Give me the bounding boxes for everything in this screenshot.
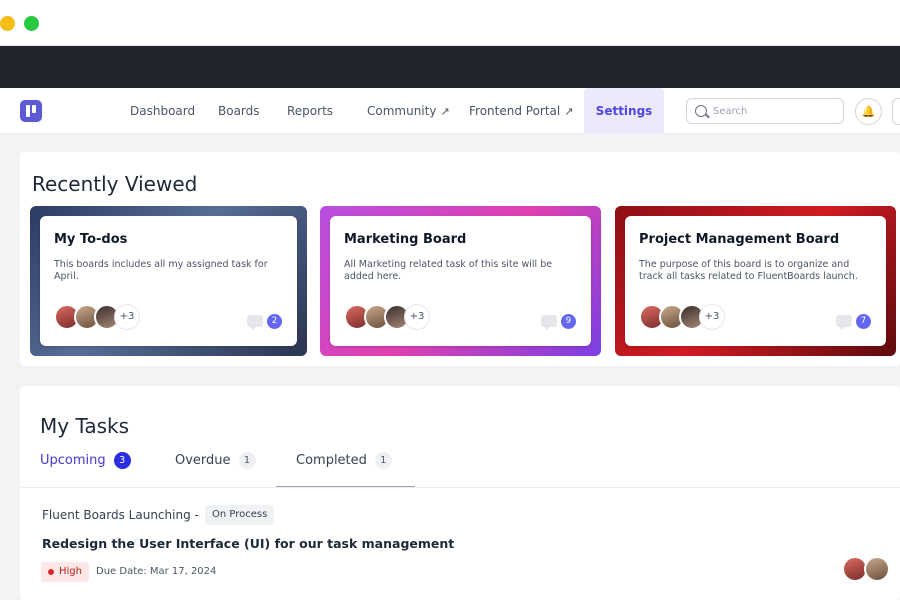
admin-toolbar bbox=[0, 46, 900, 88]
board-card-body: Marketing Board All Marketing related ta… bbox=[330, 216, 591, 346]
comments-indicator: 7 bbox=[836, 314, 872, 330]
task-assignees bbox=[842, 556, 894, 584]
search-icon bbox=[695, 105, 707, 117]
tab-upcoming-label: Upcoming bbox=[40, 453, 106, 468]
tab-completed-label: Completed bbox=[296, 453, 367, 468]
tab-count-badge: 3 bbox=[113, 452, 131, 469]
nav-reports-label: Reports bbox=[287, 104, 334, 118]
board-card-project-management[interactable]: Project Management Board The purpose of … bbox=[615, 206, 896, 356]
comments-indicator: 2 bbox=[247, 314, 283, 330]
task-due-date: Due Date: Mar 17, 2024 bbox=[96, 566, 217, 577]
external-link-icon: ↗ bbox=[440, 105, 450, 118]
nav-settings-label: Settings bbox=[595, 104, 653, 118]
board-card-body: Project Management Board The purpose of … bbox=[625, 216, 886, 346]
task-board-name[interactable]: Fluent Boards Launching - bbox=[42, 508, 199, 522]
nav-community[interactable]: Community ↗ bbox=[367, 88, 450, 134]
task-board-separator: - bbox=[194, 508, 199, 522]
board-title: My To-dos bbox=[54, 232, 128, 247]
tab-hover-underline bbox=[276, 486, 415, 487]
board-description: All Marketing related task of this site … bbox=[344, 259, 553, 282]
my-tasks-title: My Tasks bbox=[40, 414, 130, 438]
more-members-badge: +3 bbox=[699, 304, 725, 330]
board-card-my-todos[interactable]: My To-dos This boards includes all my as… bbox=[30, 206, 307, 356]
priority-badge: High bbox=[41, 562, 89, 582]
comments-indicator: 9 bbox=[541, 314, 577, 330]
tab-count-badge: 1 bbox=[374, 452, 392, 469]
nav-frontend-portal-label: Frontend Portal bbox=[469, 104, 561, 118]
window-maximize-button[interactable] bbox=[24, 16, 39, 31]
window-titlebar bbox=[0, 0, 900, 46]
tab-upcoming[interactable]: Upcoming 3 bbox=[40, 452, 131, 488]
recently-viewed-title: Recently Viewed bbox=[32, 172, 198, 196]
nav-boards-label: Boards bbox=[218, 104, 260, 118]
more-members-badge: +3 bbox=[114, 304, 140, 330]
nav-dashboard[interactable]: Dashboard bbox=[130, 88, 195, 134]
top-navigation: Dashboard Boards Reports Community ↗ Fron… bbox=[0, 88, 900, 134]
board-title: Project Management Board bbox=[639, 232, 840, 247]
nav-settings[interactable]: Settings bbox=[584, 88, 664, 134]
task-title[interactable]: Redesign the User Interface (UI) for our… bbox=[42, 536, 454, 551]
tab-count-badge: 1 bbox=[238, 452, 256, 469]
board-card-marketing[interactable]: Marketing Board All Marketing related ta… bbox=[320, 206, 601, 356]
tab-overdue-label: Overdue bbox=[175, 453, 231, 468]
comment-count: 7 bbox=[856, 314, 871, 329]
task-status-badge: On Process bbox=[205, 505, 275, 525]
board-description: This boards includes all my assigned tas… bbox=[54, 259, 268, 282]
comment-icon bbox=[836, 315, 852, 330]
board-description: The purpose of this board is to organize… bbox=[639, 259, 858, 282]
task-board-label: Fluent Boards Launching bbox=[42, 508, 191, 522]
user-menu-button[interactable] bbox=[892, 98, 900, 125]
avatar bbox=[864, 556, 890, 582]
nav-frontend-portal[interactable]: Frontend Portal ↗ bbox=[469, 88, 573, 134]
nav-reports[interactable]: Reports bbox=[287, 88, 333, 134]
fluentboards-logo-icon[interactable] bbox=[20, 100, 42, 122]
board-card-body: My To-dos This boards includes all my as… bbox=[40, 216, 297, 346]
more-members-badge: +3 bbox=[404, 304, 430, 330]
tabs-divider bbox=[20, 487, 900, 488]
window-minimize-button[interactable] bbox=[0, 16, 15, 31]
tab-completed[interactable]: Completed 1 bbox=[296, 452, 392, 488]
nav-boards[interactable]: Boards bbox=[218, 88, 260, 134]
board-title: Marketing Board bbox=[344, 232, 467, 247]
nav-dashboard-label: Dashboard bbox=[130, 104, 196, 118]
external-link-icon: ↗ bbox=[564, 105, 574, 118]
comment-count: 2 bbox=[267, 314, 282, 329]
nav-community-label: Community bbox=[367, 104, 437, 118]
notifications-button[interactable]: 🔔 bbox=[855, 98, 882, 125]
comment-icon bbox=[247, 315, 263, 330]
comment-count: 9 bbox=[561, 314, 576, 329]
bell-icon: 🔔 bbox=[861, 105, 876, 118]
comment-icon bbox=[541, 315, 557, 330]
search-box[interactable] bbox=[686, 98, 844, 124]
tab-overdue[interactable]: Overdue 1 bbox=[175, 452, 256, 488]
search-input[interactable] bbox=[713, 103, 838, 120]
